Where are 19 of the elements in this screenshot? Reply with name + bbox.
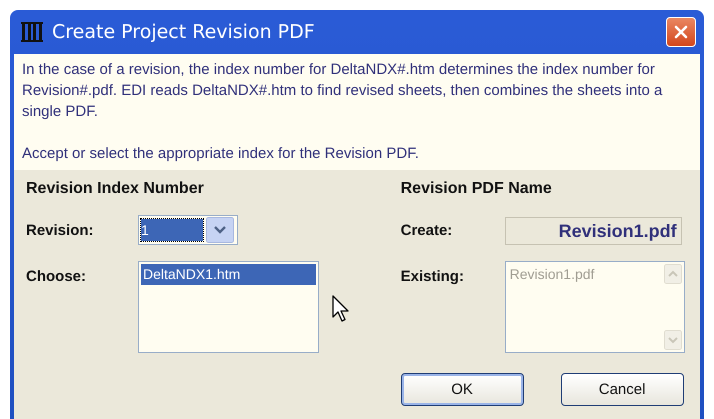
window-title: Create Project Revision PDF	[52, 21, 316, 43]
field-label: Existing:	[400, 267, 465, 287]
info-text: Accept or select the appropriate index for the Revision PDF.	[22, 144, 420, 164]
field-label: Choose:	[26, 267, 87, 287]
close-icon	[673, 24, 689, 40]
pdf-name-display: Revision1.pdf	[504, 217, 682, 245]
dropdown-value: 1	[141, 219, 203, 241]
file-list[interactable]: DeltaNDX1.htm	[138, 261, 319, 353]
section-heading: Revision Index Number	[26, 180, 205, 199]
dialog-button[interactable]: Cancel	[560, 373, 684, 406]
close-button[interactable]	[666, 17, 696, 47]
info-text: In the case of a revision, the index number for DeltaNDX#.htm determines the index number for Revision#.pdf. EDI reads DeltaNDX#.htm to find revised sheets, then combines the sheets into a single PDF.	[22, 60, 664, 122]
app-logo-icon	[20, 20, 44, 44]
section-heading: Revision PDF Name	[400, 180, 553, 199]
revision-dropdown[interactable]: 1	[138, 215, 238, 245]
field-label: Create:	[400, 221, 454, 241]
list-item[interactable]: DeltaNDX1.htm	[141, 264, 316, 285]
dialog-button[interactable]: OK	[400, 373, 524, 406]
field-label: Revision:	[26, 221, 95, 241]
